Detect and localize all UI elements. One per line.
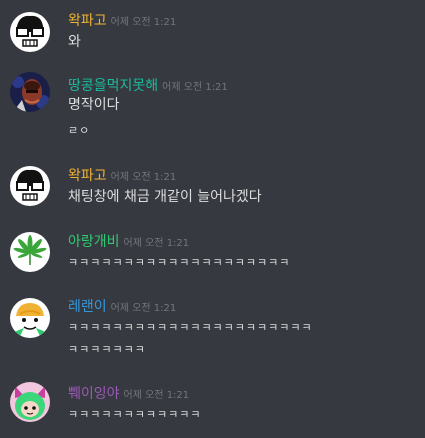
author-name[interactable]: 아랑개비 bbox=[68, 234, 120, 250]
leaf-icon bbox=[10, 232, 50, 272]
cartoon-face-icon bbox=[10, 298, 50, 338]
timestamp: 어제 오전 1:21 bbox=[110, 172, 177, 183]
message-text: ㅋㅋㅋㅋㅋㅋㅋ bbox=[68, 343, 146, 356]
message-text: ㅋㅋㅋㅋㅋㅋㅋㅋㅋㅋㅋㅋ bbox=[68, 408, 202, 421]
message-text: 명작이다 bbox=[68, 97, 120, 113]
timestamp: 어제 오전 1:21 bbox=[123, 390, 190, 401]
author-name[interactable]: 쀄이잉야 bbox=[68, 386, 120, 402]
avatar[interactable] bbox=[10, 166, 50, 206]
cat-girl-icon bbox=[10, 382, 50, 422]
avatar[interactable] bbox=[10, 298, 50, 338]
avatar[interactable] bbox=[10, 382, 50, 422]
avatar[interactable] bbox=[10, 12, 50, 52]
glasses-face-icon bbox=[10, 166, 50, 206]
author-name[interactable]: 왁파고 bbox=[68, 13, 107, 29]
timestamp: 어제 오전 1:21 bbox=[123, 238, 190, 249]
message-text: ㅋㅋㅋㅋㅋㅋㅋㅋㅋㅋㅋㅋㅋㅋㅋㅋㅋㅋㅋㅋ bbox=[68, 256, 291, 269]
glasses-face-icon bbox=[10, 12, 50, 52]
author-name[interactable]: 레랜이 bbox=[68, 299, 107, 315]
message-text: 채팅창에 채금 개같이 늘어나겠다 bbox=[68, 189, 262, 205]
message-text: ㅋㅋㅋㅋㅋㅋㅋㅋㅋㅋㅋㅋㅋㅋㅋㅋㅋㅋㅋㅋㅋㅋ bbox=[68, 321, 313, 334]
author-name[interactable]: 땅콩을먹지못해 bbox=[68, 78, 158, 94]
message-text: 와 bbox=[68, 34, 81, 50]
dark-portrait-icon bbox=[10, 72, 50, 112]
avatar[interactable] bbox=[10, 72, 50, 112]
timestamp: 어제 오전 1:21 bbox=[162, 82, 228, 93]
author-name[interactable]: 왁파고 bbox=[68, 168, 107, 184]
timestamp: 어제 오전 1:21 bbox=[110, 17, 177, 28]
avatar[interactable] bbox=[10, 232, 50, 272]
timestamp: 어제 오전 1:21 bbox=[110, 303, 177, 314]
message-text: ㄹㅇ bbox=[68, 124, 91, 137]
